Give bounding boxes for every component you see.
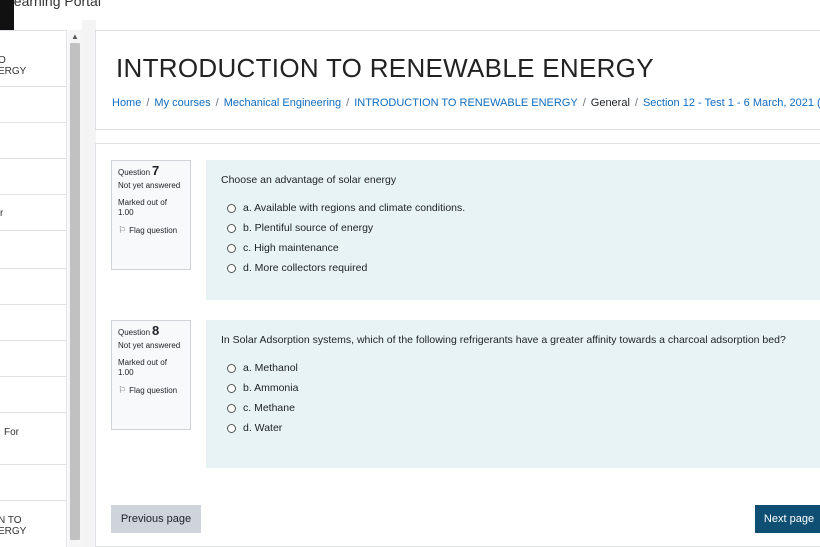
radio-button[interactable] [227, 363, 236, 373]
drawer-item[interactable] [0, 268, 66, 304]
question-text: In Solar Adsorption systems, which of th… [221, 334, 786, 346]
drawer-item[interactable] [0, 158, 66, 194]
page-gutter [82, 20, 96, 547]
drawer-item[interactable] [0, 464, 66, 500]
question-content: In Solar Adsorption systems, which of th… [206, 320, 820, 468]
top-bar: Learning Portal [0, 0, 820, 20]
radio-button[interactable] [227, 383, 236, 393]
page-title: INTRODUCTION TO RENEWABLE ENERGY [116, 53, 654, 83]
flag-question-link[interactable]: ⚐ Flag question [118, 385, 184, 396]
drawer-scrollbar[interactable]: ▲ [68, 30, 82, 547]
question-state: Not yet answered [118, 341, 181, 350]
question-info: Question 7 Not yet answered Marked out of… [111, 160, 191, 270]
question-state: Not yet answered [118, 181, 181, 190]
radio-button[interactable] [227, 223, 236, 233]
breadcrumb-quiz[interactable]: Section 12 - Test 1 - 6 March, 2021 ( [643, 97, 820, 109]
scroll-up-arrow-icon[interactable]: ▲ [71, 33, 79, 41]
radio-button[interactable] [227, 403, 236, 413]
answer-option[interactable]: b. Plentiful source of energy [221, 218, 811, 238]
breadcrumb-course[interactable]: INTRODUCTION TO RENEWABLE ENERGY [354, 97, 578, 109]
answer-option[interactable]: c. High maintenance [221, 238, 811, 258]
question-info: Question 8 Not yet answered Marked out of… [111, 320, 191, 430]
previous-page-button[interactable]: Previous page [111, 505, 201, 533]
answer-option[interactable]: c. Methane [221, 398, 811, 418]
answer-option[interactable]: d. Water [221, 418, 811, 438]
course-index-drawer: O ERGY r For N TO ERGY [0, 30, 67, 547]
question-grade: Marked out of 1.00 [118, 358, 167, 377]
question-number: 8 [152, 323, 160, 338]
answer-option[interactable]: d. More collectors required [221, 258, 811, 278]
breadcrumb: Home / My courses / Mechanical Engineering / I… [112, 97, 820, 109]
answer-option[interactable]: b. Ammonia [221, 378, 811, 398]
radio-button[interactable] [227, 243, 236, 253]
flag-icon: ⚐ [118, 385, 127, 395]
radio-button[interactable] [227, 423, 236, 433]
quiz-page: Question 7 Not yet answered Marked out of… [95, 143, 820, 547]
question-text: Choose an advantage of solar energy [221, 174, 397, 186]
answer-option[interactable]: a. Methanol [221, 358, 811, 378]
breadcrumb-category[interactable]: Mechanical Engineering [224, 97, 341, 109]
breadcrumb-my-courses[interactable]: My courses [154, 97, 210, 109]
drawer-item[interactable] [0, 122, 66, 158]
next-page-button[interactable]: Next page [755, 505, 820, 533]
question-grade: Marked out of 1.00 [118, 198, 167, 217]
drawer-item[interactable] [0, 376, 66, 412]
drawer-item[interactable]: r [0, 194, 66, 230]
site-name[interactable]: Learning Portal [6, 0, 101, 9]
page-header: INTRODUCTION TO RENEWABLE ENERGY Home / My… [95, 30, 820, 130]
answer-option[interactable]: a. Available with regions and climate co… [221, 198, 811, 218]
drawer-item[interactable]: O ERGY [0, 30, 66, 86]
flag-icon: ⚐ [118, 225, 127, 235]
scrollbar-thumb[interactable] [70, 43, 80, 540]
drawer-item[interactable] [0, 340, 66, 376]
drawer-item[interactable]: N TO ERGY [0, 500, 66, 547]
drawer-item[interactable] [0, 230, 66, 266]
flag-question-link[interactable]: ⚐ Flag question [118, 225, 184, 236]
question-content: Choose an advantage of solar energy a. A… [206, 160, 820, 300]
drawer-item[interactable] [0, 304, 66, 340]
breadcrumb-home[interactable]: Home [112, 97, 141, 109]
radio-button[interactable] [227, 203, 236, 213]
question-number: 7 [152, 163, 160, 178]
breadcrumb-section[interactable]: General [591, 97, 630, 109]
drawer-item[interactable]: For [0, 412, 66, 464]
drawer-item[interactable] [0, 86, 66, 122]
radio-button[interactable] [227, 263, 236, 273]
